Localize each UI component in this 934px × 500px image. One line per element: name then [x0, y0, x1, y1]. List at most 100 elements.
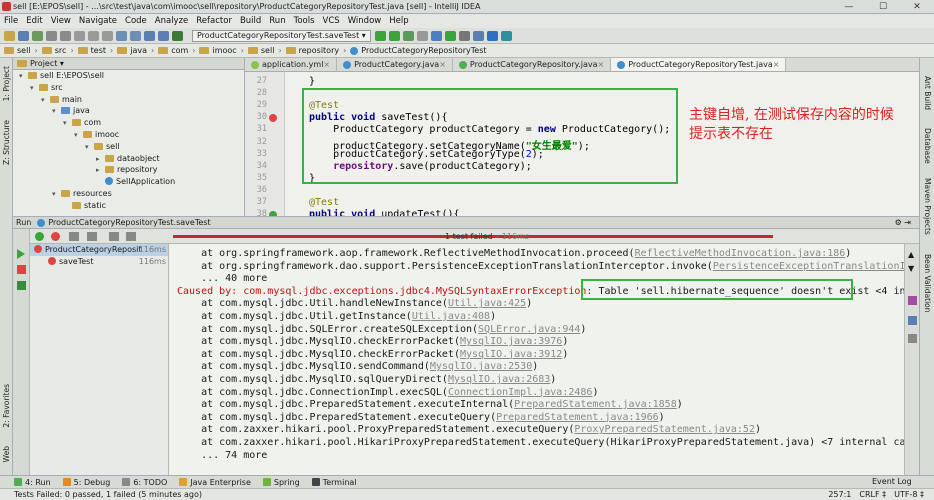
expand-arrow-icon[interactable]: ▾ — [63, 118, 72, 130]
clear-icon[interactable] — [908, 334, 917, 343]
menu-vcs[interactable]: VCS — [323, 16, 340, 26]
stacktrace-link[interactable]: ReflectiveMethodInvocation.java:186 — [635, 248, 846, 259]
expand-arrow-icon[interactable]: ▾ — [52, 189, 61, 201]
expand-arrow-icon[interactable]: ▾ — [30, 83, 39, 95]
expand-arrow-icon[interactable]: ▾ — [74, 130, 83, 142]
passed-filter-icon[interactable] — [35, 232, 44, 241]
project-structure-icon[interactable] — [472, 30, 484, 41]
maven-tool-button[interactable]: Maven Projects — [923, 178, 932, 235]
editor-tab[interactable]: ProductCategoryRepositoryTest.java × — [611, 58, 787, 71]
replace-icon[interactable] — [130, 30, 141, 41]
expand-arrow-icon[interactable]: ▾ — [85, 142, 94, 154]
rerun-icon[interactable] — [17, 249, 25, 259]
breadcrumb-item[interactable]: ProductCategoryRepositoryTest — [350, 46, 487, 55]
stacktrace-link[interactable]: ConnectionImpl.java:2486 — [448, 387, 593, 398]
tree-node[interactable]: ▸ repository — [13, 164, 244, 176]
stop-icon[interactable] — [416, 30, 428, 41]
tree-node[interactable]: ▾ com — [13, 117, 244, 129]
stacktrace-link[interactable]: PreparedStatement.java:1966 — [496, 412, 659, 423]
menu-build[interactable]: Build — [240, 16, 261, 26]
breadcrumb-item[interactable]: java — [117, 46, 147, 55]
caret-position[interactable]: 257:1 — [828, 490, 851, 499]
print-icon[interactable] — [908, 316, 917, 325]
sync-icon[interactable] — [32, 30, 43, 41]
project-tool-button[interactable]: 1: Project — [2, 66, 11, 101]
test-node[interactable]: ProductCategoryReposit 116ms — [30, 244, 168, 256]
expand-arrow-icon[interactable]: ▾ — [52, 106, 61, 118]
ant-build-tool-button[interactable]: Ant Build — [923, 76, 932, 110]
stacktrace-link[interactable]: PreparedStatement.java:1858 — [514, 399, 677, 410]
back-icon[interactable] — [144, 30, 155, 41]
run-configuration-select[interactable]: ProductCategoryRepositoryTest.saveTest ▾ — [192, 29, 371, 42]
tree-node[interactable]: ▾ sell — [13, 141, 244, 153]
menu-help[interactable]: Help — [389, 16, 408, 26]
breadcrumb-item[interactable]: src — [41, 46, 66, 55]
save-icon[interactable] — [18, 30, 29, 41]
bottom-tab[interactable]: Terminal — [311, 478, 357, 487]
ignored-filter-icon[interactable] — [51, 232, 60, 241]
vcs-update-icon[interactable] — [430, 30, 442, 41]
rerun-failed-icon[interactable] — [17, 281, 26, 290]
file-encoding[interactable]: UTF-8 ‡ — [894, 490, 924, 499]
tree-node[interactable]: ▾ src — [13, 82, 244, 94]
editor-tab[interactable]: ProductCategory.java × — [337, 58, 453, 71]
bottom-tab[interactable]: Java Enterprise — [179, 478, 251, 487]
run-settings-icon[interactable]: ⚙ ⇥ — [895, 218, 911, 227]
menu-run[interactable]: Run — [269, 16, 285, 26]
stacktrace-link[interactable]: PersistenceExceptionTranslationInte — [713, 261, 904, 272]
help-icon[interactable] — [486, 30, 498, 41]
tab-close-icon[interactable]: × — [598, 60, 605, 69]
stacktrace-link[interactable]: ProxyPreparedStatement.java:52 — [574, 424, 755, 435]
editor-tab[interactable]: ProductCategoryRepository.java × — [453, 58, 612, 71]
menu-navigate[interactable]: Navigate — [79, 16, 117, 26]
debug-icon[interactable] — [388, 30, 400, 41]
menu-edit[interactable]: Edit — [26, 16, 42, 26]
stacktrace-link[interactable]: SQLError.java:944 — [478, 324, 580, 335]
breadcrumb-item[interactable]: sell — [4, 46, 31, 55]
redo-icon[interactable] — [60, 30, 71, 41]
structure-tool-button[interactable]: Z: Structure — [2, 120, 11, 165]
stacktrace-link[interactable]: MysqlIO.java:2530 — [430, 361, 532, 372]
expand-arrow-icon[interactable]: ▾ — [41, 95, 50, 107]
tree-node[interactable]: static — [13, 200, 244, 212]
menu-code[interactable]: Code — [125, 16, 147, 26]
copy-icon[interactable] — [88, 30, 99, 41]
tab-close-icon[interactable]: × — [439, 60, 446, 69]
minimize-button[interactable]: — — [832, 0, 866, 14]
sort-duration-icon[interactable] — [87, 232, 97, 241]
breadcrumb-item[interactable]: repository — [285, 46, 339, 55]
menu-analyze[interactable]: Analyze — [155, 16, 189, 26]
stacktrace-link[interactable]: MysqlIO.java:2683 — [448, 374, 550, 385]
find-icon[interactable] — [116, 30, 127, 41]
event-log-button[interactable]: Event Log — [872, 477, 912, 486]
build-icon[interactable] — [172, 30, 183, 41]
breadcrumb-item[interactable]: sell — [247, 46, 274, 55]
coverage-icon[interactable] — [402, 30, 414, 41]
line-separator[interactable]: CRLF ‡ — [859, 490, 886, 499]
editor-tab[interactable]: application.yml × — [245, 58, 338, 71]
undo-icon[interactable] — [46, 30, 57, 41]
bottom-tab[interactable]: 6: TODO — [122, 478, 167, 487]
menu-tools[interactable]: Tools — [294, 16, 315, 26]
bean-validation-tool-button[interactable]: Bean Validation — [923, 254, 932, 313]
tree-node[interactable]: ▾ imooc — [13, 129, 244, 141]
menu-file[interactable]: File — [4, 16, 18, 26]
tree-node[interactable]: ▾ main — [13, 94, 244, 106]
stacktrace-link[interactable]: Util.java:425 — [448, 298, 526, 309]
menu-view[interactable]: View — [51, 16, 71, 26]
bottom-tab[interactable]: 4: Run — [14, 478, 51, 487]
bottom-tab[interactable]: 5: Debug — [62, 478, 110, 487]
scroll-up-icon[interactable]: ▲ — [908, 250, 914, 259]
maximize-button[interactable]: ☐ — [866, 0, 900, 14]
run-icon[interactable] — [374, 30, 386, 41]
open-folder-icon[interactable] — [4, 30, 15, 41]
run-test-gutter-icon[interactable] — [269, 114, 277, 123]
stacktrace-link[interactable]: Util.java:408 — [412, 311, 490, 322]
sdk-icon[interactable] — [500, 30, 512, 41]
breadcrumb-item[interactable]: com — [158, 46, 188, 55]
forward-icon[interactable] — [158, 30, 169, 41]
tree-node[interactable]: ▾ sell E:\EPOS\sell — [13, 70, 244, 82]
bottom-tab[interactable]: Spring — [262, 478, 300, 487]
soft-wrap-icon[interactable] — [908, 296, 917, 305]
run-config-tab[interactable]: ProductCategoryRepositoryTest.saveTest — [48, 218, 210, 227]
